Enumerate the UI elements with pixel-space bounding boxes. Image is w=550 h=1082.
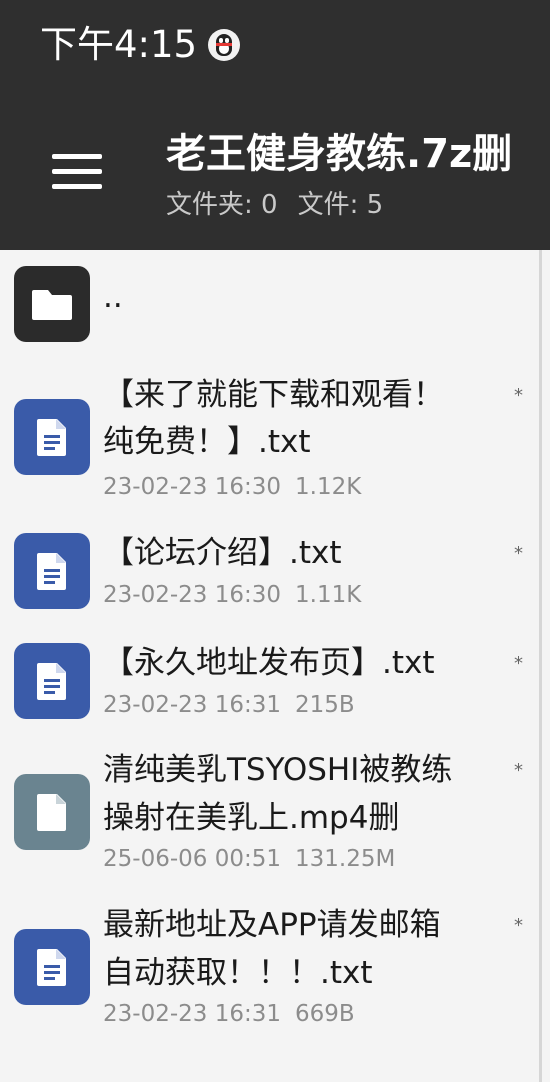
hamburger-menu-icon[interactable] [44,148,110,196]
folder-icon [14,266,90,342]
file-name: .. [103,279,123,315]
qq-penguin-icon [208,29,240,61]
file-list: .. 【来了就能下载和观看！ 纯免费！】.txt 23-02-23 16:30 1… [0,250,550,1082]
list-item[interactable]: 【来了就能下载和观看！ 纯免费！】.txt 23-02-23 16:30 1.12… [0,370,540,510]
file-name-line-2: 自动获取！！！.txt [103,955,373,991]
list-item[interactable]: 【永久地址发布页】.txt 23-02-23 16:31 215B * [0,638,540,734]
text-file-icon [14,643,90,719]
app-bar: 老王健身教练.7z删 文件夹: 0 文件: 5 [0,90,550,250]
modified-mark: * [514,760,523,781]
status-time: 下午4:15 [40,23,198,66]
list-item[interactable]: 清纯美乳TSYOSHI被教练 操射在美乳上.mp4删 25-06-06 00:5… [0,747,540,887]
file-date: 23-02-23 16:30 [103,582,281,608]
file-size: 669B [295,1001,355,1027]
list-item[interactable]: 【论坛介绍】.txt 23-02-23 16:30 1.11K * [0,528,540,624]
file-meta: 23-02-23 16:30 1.12K [103,472,361,502]
generic-file-icon [14,774,90,850]
file-date: 23-02-23 16:31 [103,692,281,718]
list-item-parent-folder[interactable]: .. [0,250,540,360]
list-item[interactable]: 最新地址及APP请发邮箱 自动获取！！！.txt 23-02-23 16:31 6… [0,902,540,1042]
modified-mark: * [514,915,523,936]
file-name-line-2: 纯免费！】.txt [103,424,311,460]
text-file-icon [14,399,90,475]
file-date: 25-06-06 00:51 [103,846,281,872]
file-meta: 23-02-23 16:30 1.11K [103,580,361,610]
file-size: 1.12K [295,474,362,500]
file-meta: 23-02-23 16:31 215B [103,690,355,720]
file-name-line-1: 【来了就能下载和观看！ [103,377,444,413]
modified-mark: * [514,653,523,674]
text-file-icon [14,929,90,1005]
file-meta: 23-02-23 16:31 669B [103,999,355,1029]
file-name-line-1: 清纯美乳TSYOSHI被教练 [103,752,453,788]
modified-mark: * [514,543,523,564]
file-size: 215B [295,692,355,718]
file-size: 131.25M [295,846,396,872]
file-count: 文件: 5 [297,190,384,220]
scroll-edge[interactable] [539,250,542,1082]
file-date: 23-02-23 16:30 [103,474,281,500]
file-name-line-1: 最新地址及APP请发邮箱 [103,907,441,943]
file-name-line-2: 操射在美乳上.mp4删 [103,800,400,836]
file-size: 1.11K [295,582,362,608]
file-meta: 25-06-06 00:51 131.25M [103,844,395,874]
file-name-line-1: 【永久地址发布页】.txt [103,645,435,681]
text-file-icon [14,533,90,609]
folder-count: 文件夹: 0 [166,190,278,220]
page-title: 老王健身教练.7z删 [166,131,513,177]
status-bar: 下午4:15 [0,0,550,90]
file-name-line-1: 【论坛介绍】.txt [103,535,342,571]
modified-mark: * [514,385,523,406]
folder-summary: 文件夹: 0 文件: 5 [166,188,383,222]
file-date: 23-02-23 16:31 [103,1001,281,1027]
